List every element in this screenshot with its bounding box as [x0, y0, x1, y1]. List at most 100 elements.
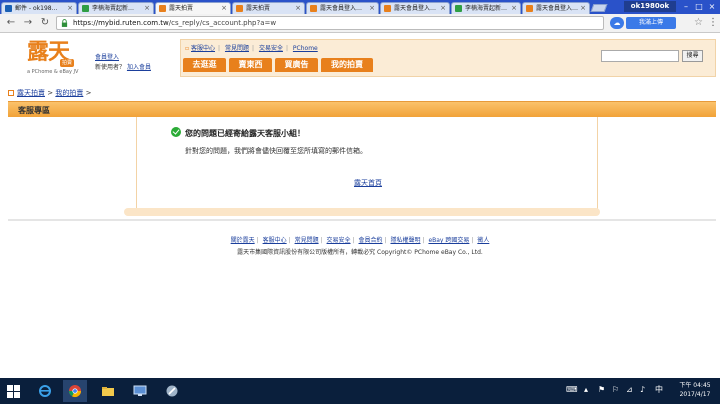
close-icon[interactable]: ×: [144, 3, 150, 14]
ruten-icon: [236, 5, 243, 12]
section-title: 客服專區: [18, 106, 50, 115]
footer-link-safety[interactable]: 交易安全: [327, 237, 351, 244]
footer-link-jobs[interactable]: 徵人: [477, 237, 489, 244]
footer-links: 關於露天 | 客服中心 | 常見問題 | 交易安全 | 會員合約 | 隱私權聲明 | eBa…: [230, 237, 490, 244]
browser-tab-strip: 郵件 - ok198… × 李楠海賣起新… × 露天拍賣 × 露天拍賣 × 露天…: [0, 0, 720, 14]
breadcrumb-separator: >: [47, 89, 54, 97]
clock[interactable]: 下午 04:45 2017/4/17: [674, 381, 716, 399]
nav-tab-sell[interactable]: 賣東西: [229, 58, 272, 72]
tab-title: 露天拍賣: [169, 5, 194, 12]
page-icon: [455, 5, 462, 12]
browser-tab[interactable]: 郵件 - ok198… ×: [1, 2, 77, 14]
tab-title: 露天會員登入…: [320, 5, 363, 12]
logo-subtitle: a PChome & eBay JV: [27, 69, 79, 75]
minimize-icon[interactable]: –: [680, 1, 692, 12]
ruten-logo[interactable]: 露天 拍賣 a PChome & eBay JV: [27, 39, 83, 77]
join-member-link[interactable]: 加入會員: [127, 64, 151, 71]
url-input[interactable]: https://mybid.ruten.com.tw/cs_reply/cs_a…: [56, 16, 604, 30]
star-icon[interactable]: ☆: [694, 17, 703, 29]
close-icon[interactable]: ×: [369, 3, 375, 14]
breadcrumb-home[interactable]: 露天拍賣: [17, 89, 45, 97]
taskbar-monitor-app[interactable]: [128, 380, 152, 402]
taskbar-ie[interactable]: [33, 380, 57, 402]
top-link-pchome[interactable]: PChome: [293, 45, 318, 52]
footer-link-service[interactable]: 客服中心: [263, 237, 287, 244]
address-bar-row: ← → ↻ https://mybid.ruten.com.tw/cs_repl…: [0, 14, 720, 33]
footer-link-faq[interactable]: 常見問題: [295, 237, 319, 244]
nav-tab-my-auction[interactable]: 我的拍賣: [321, 58, 373, 72]
close-icon[interactable]: ×: [580, 3, 586, 14]
top-links: ▫ 客服中心 | 常見問題 | 交易安全 | PChome: [185, 45, 318, 52]
tray-up-icon[interactable]: ▴: [584, 384, 588, 396]
keyboard-icon[interactable]: ⌨: [566, 384, 578, 396]
logo-badge: 拍賣: [60, 59, 75, 67]
browser-tab[interactable]: 露天會員登入… ×: [306, 2, 379, 14]
check-icon: [171, 127, 181, 137]
search-button[interactable]: 搜尋: [682, 50, 703, 62]
profile-button[interactable]: ok1980ok: [624, 1, 676, 12]
upload-button[interactable]: 我滿上傳: [626, 17, 676, 29]
footer-link-privacy[interactable]: 隱私權聲明: [390, 237, 420, 244]
top-link-customer-service[interactable]: 客服中心: [191, 45, 215, 52]
back-icon[interactable]: ←: [5, 17, 17, 29]
flag-icon[interactable]: ⚐: [612, 384, 619, 396]
close-icon[interactable]: ×: [511, 3, 517, 14]
member-login-link[interactable]: 會員登入: [95, 54, 119, 61]
footer-link-terms[interactable]: 會員合約: [359, 237, 383, 244]
taskbar-chrome[interactable]: [63, 380, 87, 402]
member-area: 會員登入 新使用者？ 加入會員: [95, 53, 151, 73]
browser-tab[interactable]: 露天拍賣 ×: [232, 2, 305, 14]
footer-divider: [8, 219, 716, 221]
ruten-icon: [159, 5, 166, 12]
breadcrumb: 露天拍賣 > 我的拍賣 >: [8, 88, 91, 98]
top-link-safety[interactable]: 交易安全: [259, 45, 283, 52]
tool-icon: [166, 385, 178, 397]
search-input[interactable]: [601, 50, 679, 62]
wifi-icon[interactable]: ⊿: [626, 384, 633, 396]
tab-title: 李楠海賣起新…: [92, 5, 135, 12]
menu-icon[interactable]: ⋮: [708, 17, 718, 29]
tab-title: 李楠海賣起新…: [465, 5, 508, 12]
ruten-icon: [310, 5, 317, 12]
ruten-icon: [526, 5, 533, 12]
new-user-prompt: 新使用者？: [95, 64, 126, 71]
volume-icon[interactable]: ♪: [640, 384, 645, 396]
taskbar: ⌨ ▴ ⚑ ⚐ ⊿ ♪ 中 下午 04:45 2017/4/17: [0, 378, 720, 404]
lock-icon: [61, 19, 68, 27]
home-link[interactable]: 露天首頁: [354, 178, 382, 188]
cloud-upload-extension[interactable]: ☁ 我滿上傳: [610, 17, 690, 29]
forward-icon[interactable]: →: [22, 17, 34, 29]
tab-title: 郵件 - ok198…: [15, 5, 58, 12]
close-icon[interactable]: ×: [67, 3, 73, 14]
breadcrumb-separator: >: [85, 89, 92, 97]
ime-indicator[interactable]: 中: [655, 384, 663, 396]
browser-tab[interactable]: 李楠海賣起新… ×: [451, 2, 521, 14]
reload-icon[interactable]: ↻: [39, 17, 51, 29]
browser-tab-active[interactable]: 露天拍賣 ×: [155, 2, 231, 14]
close-icon[interactable]: ×: [295, 3, 301, 14]
footer-link-about[interactable]: 關於露天: [231, 237, 255, 244]
breadcrumb-my-auction[interactable]: 我的拍賣: [55, 89, 83, 97]
browser-tab[interactable]: 露天會員登入… ×: [380, 2, 450, 14]
browser-tab[interactable]: 李楠海賣起新… ×: [78, 2, 154, 14]
network-icon[interactable]: ⚑: [598, 384, 605, 396]
top-link-faq[interactable]: 常見問題: [225, 45, 249, 52]
internet-explorer-icon: [39, 385, 51, 397]
nav-tab-browse[interactable]: 去逛逛: [183, 58, 226, 72]
message-body: 針對您的問題，我們將會儘快回覆至您所填寫的郵件信箱。: [185, 147, 367, 155]
nav-tab-ads[interactable]: 買廣告: [275, 58, 318, 72]
close-icon[interactable]: ×: [221, 3, 227, 14]
taskbar-explorer[interactable]: [96, 380, 120, 402]
windows-start-icon[interactable]: [7, 385, 20, 398]
monitor-icon: [133, 385, 147, 396]
maximize-icon[interactable]: □: [693, 1, 705, 12]
close-icon[interactable]: ×: [440, 3, 446, 14]
url-path: /cs_reply/cs_account.php?a=w: [168, 19, 277, 27]
new-tab-button[interactable]: [590, 4, 608, 12]
page-icon: [82, 5, 89, 12]
ruten-icon: [384, 5, 391, 12]
footer-link-ebay[interactable]: eBay 跨國交易: [428, 237, 469, 244]
browser-tab[interactable]: 露天會員登入… ×: [522, 2, 590, 14]
close-window-icon[interactable]: ×: [706, 1, 718, 12]
taskbar-tool-app[interactable]: [160, 380, 184, 402]
